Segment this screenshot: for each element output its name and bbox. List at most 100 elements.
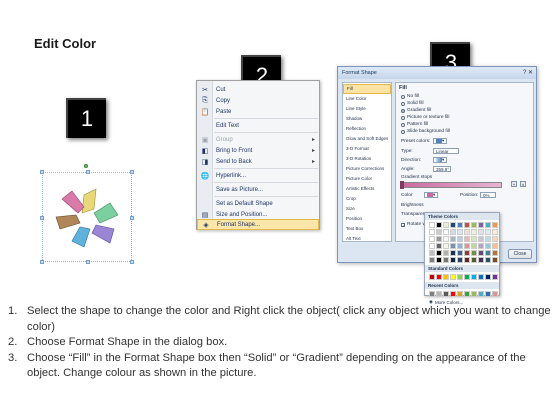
color-swatch[interactable] — [478, 222, 484, 228]
color-swatch[interactable] — [485, 274, 491, 280]
menu-item-set-default-shape[interactable]: Set as Default Shape — [197, 198, 319, 209]
gradient-stop-handle[interactable] — [400, 181, 404, 189]
color-swatch[interactable] — [429, 257, 435, 263]
color-dropdown[interactable]: ▾ — [424, 192, 438, 198]
color-swatch[interactable] — [450, 222, 456, 228]
close-button[interactable]: Close — [508, 249, 532, 259]
color-swatch[interactable] — [485, 291, 491, 297]
menu-item-send-to-back[interactable]: ◨ Send to Back ▸ — [197, 156, 319, 167]
color-swatch[interactable] — [457, 236, 463, 242]
color-swatch[interactable] — [429, 291, 435, 297]
color-swatch[interactable] — [464, 236, 470, 242]
color-swatch[interactable] — [429, 243, 435, 249]
color-swatch[interactable] — [436, 257, 442, 263]
color-swatch[interactable] — [478, 274, 484, 280]
menu-item-format-shape[interactable]: ◈ Format Shape... — [197, 219, 319, 230]
color-swatch[interactable] — [436, 250, 442, 256]
color-swatch[interactable] — [478, 236, 484, 242]
color-swatch[interactable] — [436, 274, 442, 280]
color-swatch[interactable] — [492, 222, 498, 228]
color-swatch[interactable] — [471, 236, 477, 242]
color-swatch[interactable] — [485, 257, 491, 263]
direction-dropdown[interactable]: ▾ — [433, 157, 447, 163]
color-swatch[interactable] — [457, 257, 463, 263]
color-swatch[interactable] — [429, 229, 435, 235]
color-swatch[interactable] — [457, 291, 463, 297]
color-swatch[interactable] — [485, 243, 491, 249]
color-swatch[interactable] — [471, 250, 477, 256]
color-swatch[interactable] — [450, 291, 456, 297]
category-line-color[interactable]: Line Color — [343, 94, 391, 104]
color-swatch[interactable] — [464, 222, 470, 228]
color-swatch[interactable] — [478, 250, 484, 256]
option-pattern-fill[interactable]: Pattern fill — [401, 122, 428, 127]
color-swatch[interactable] — [485, 236, 491, 242]
menu-item-bring-to-front[interactable]: ◧ Bring to Front ▸ — [197, 145, 319, 156]
dialog-window-controls[interactable]: ? ✕ — [523, 69, 533, 76]
category-position[interactable]: Position — [343, 214, 391, 224]
color-swatch[interactable] — [429, 250, 435, 256]
category-text-box[interactable]: Text Box — [343, 224, 391, 234]
category-fill[interactable]: Fill — [343, 84, 391, 94]
color-swatch[interactable] — [443, 291, 449, 297]
color-swatch[interactable] — [464, 243, 470, 249]
color-swatch[interactable] — [492, 243, 498, 249]
color-swatch[interactable] — [485, 250, 491, 256]
add-stop-icon[interactable]: + — [511, 181, 517, 187]
menu-item-cut[interactable]: ✂ Cut — [197, 84, 319, 95]
color-swatch[interactable] — [443, 250, 449, 256]
color-swatch[interactable] — [471, 243, 477, 249]
rotate-with-shape-checkbox[interactable]: ✓ Rotate w — [401, 222, 426, 227]
color-swatch[interactable] — [450, 250, 456, 256]
remove-stop-icon[interactable]: x — [520, 181, 526, 187]
option-no-fill[interactable]: No fill — [401, 94, 419, 99]
color-swatch[interactable] — [478, 257, 484, 263]
color-swatch[interactable] — [464, 274, 470, 280]
color-swatch[interactable] — [471, 274, 477, 280]
color-swatch[interactable] — [492, 229, 498, 235]
color-swatch[interactable] — [443, 257, 449, 263]
color-swatch[interactable] — [457, 222, 463, 228]
position-input[interactable]: 0% — [480, 192, 496, 198]
color-swatch[interactable] — [450, 243, 456, 249]
color-swatch[interactable] — [450, 257, 456, 263]
option-picture-fill[interactable]: Picture or texture fill — [401, 115, 449, 120]
color-swatch[interactable] — [471, 229, 477, 235]
color-swatch[interactable] — [492, 274, 498, 280]
color-swatch[interactable] — [457, 229, 463, 235]
color-swatch[interactable] — [443, 274, 449, 280]
preset-colors-dropdown[interactable]: ▾ — [433, 138, 447, 144]
color-swatch[interactable] — [464, 229, 470, 235]
color-swatch[interactable] — [443, 229, 449, 235]
category-artistic-effects[interactable]: Artistic Effects — [343, 184, 391, 194]
color-swatch[interactable] — [429, 236, 435, 242]
color-swatch[interactable] — [443, 222, 449, 228]
option-solid-fill[interactable]: Solid fill — [401, 101, 424, 106]
category-line-style[interactable]: Line Style — [343, 104, 391, 114]
category-picture-color[interactable]: Picture Color — [343, 174, 391, 184]
category-crop[interactable]: Crop — [343, 194, 391, 204]
color-swatch[interactable] — [436, 222, 442, 228]
color-swatch[interactable] — [436, 236, 442, 242]
color-swatch[interactable] — [436, 243, 442, 249]
angle-input[interactable]: 359.9° — [433, 166, 451, 172]
color-swatch[interactable] — [457, 243, 463, 249]
color-swatch[interactable] — [492, 291, 498, 297]
category-3d-format[interactable]: 3-D Format — [343, 144, 391, 154]
category-3d-rotation[interactable]: 3-D Rotation — [343, 154, 391, 164]
color-swatch[interactable] — [471, 222, 477, 228]
selected-shape[interactable] — [40, 170, 134, 264]
color-swatch[interactable] — [485, 222, 491, 228]
menu-item-paste[interactable]: 📋 Paste — [197, 106, 319, 117]
color-swatch[interactable] — [464, 250, 470, 256]
color-swatch[interactable] — [436, 291, 442, 297]
option-gradient-fill[interactable]: Gradient fill — [401, 108, 431, 113]
type-dropdown[interactable]: Linear — [433, 148, 459, 154]
color-swatch[interactable] — [450, 229, 456, 235]
color-swatch[interactable] — [478, 229, 484, 235]
color-swatch[interactable] — [492, 257, 498, 263]
category-picture-corrections[interactable]: Picture Corrections — [343, 164, 391, 174]
color-swatch[interactable] — [464, 291, 470, 297]
color-swatch[interactable] — [450, 274, 456, 280]
option-slide-background-fill[interactable]: Slide background fill — [401, 129, 450, 134]
